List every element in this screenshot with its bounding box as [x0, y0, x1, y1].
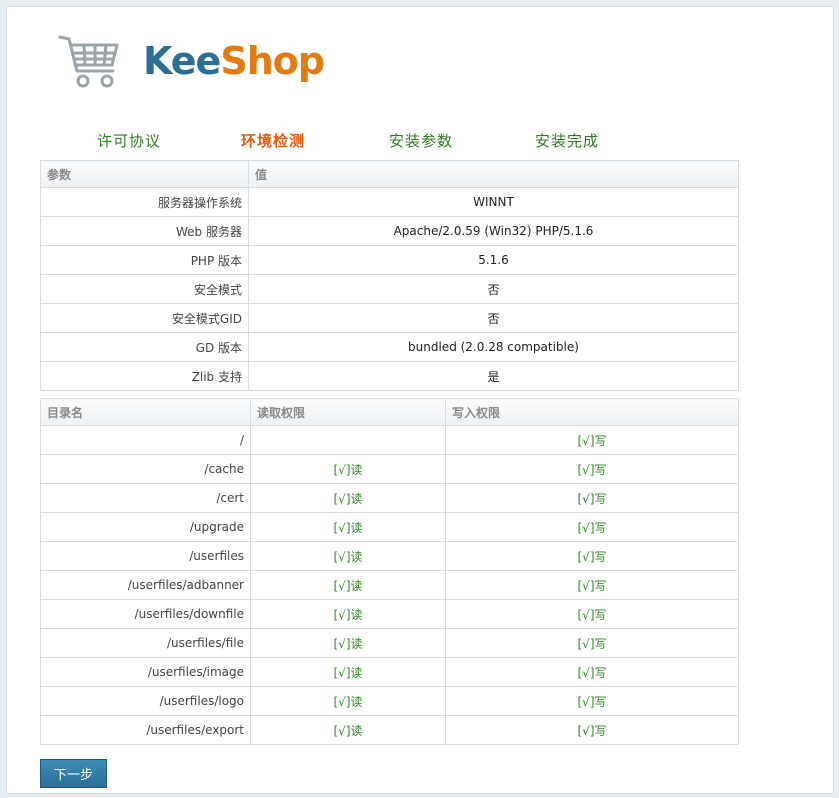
dir-table-header: 目录名 读取权限 写入权限 [40, 398, 739, 426]
env-value: 否 [248, 303, 739, 333]
dir-name: /cache [40, 454, 251, 484]
dir-write-permission: [√]写 [445, 454, 739, 484]
dir-name: /userfiles/image [40, 657, 251, 687]
dir-name: /userfiles/file [40, 628, 251, 658]
step-license: 许可协议 [97, 132, 162, 150]
table-row: Web 服务器 Apache/2.0.59 (Win32) PHP/5.1.6 [40, 216, 739, 246]
dir-write-permission: [√]写 [445, 715, 739, 745]
dir-read-permission: [√]读 [250, 512, 446, 542]
env-param: Zlib 支持 [40, 361, 249, 391]
env-value: 5.1.6 [248, 245, 739, 275]
dir-name: /upgrade [40, 512, 251, 542]
dir-write-permission: [√]写 [445, 512, 739, 542]
dir-name: /userfiles/adbanner [40, 570, 251, 600]
env-value: 否 [248, 274, 739, 304]
logo: KeeShop [57, 29, 325, 93]
table-row: /cache [√]读 [√]写 [40, 454, 739, 484]
installer-page: KeeShop 许可协议 环境检测 安装参数 安装完成 参数 值 服务器操作系统… [6, 6, 834, 794]
table-row: /cert [√]读 [√]写 [40, 483, 739, 513]
dir-header-read: 读取权限 [250, 398, 446, 426]
brand-shop: Shop [220, 39, 325, 83]
dir-name: /userfiles/downfile [40, 599, 251, 629]
table-row: /userfiles/file [√]读 [√]写 [40, 628, 739, 658]
step-install-complete: 安装完成 [535, 132, 600, 150]
install-steps: 许可协议 环境检测 安装参数 安装完成 [7, 130, 835, 156]
table-row: /userfiles/adbanner [√]读 [√]写 [40, 570, 739, 600]
env-table-header: 参数 值 [40, 160, 739, 188]
dir-header-write: 写入权限 [445, 398, 739, 426]
table-row: /upgrade [√]读 [√]写 [40, 512, 739, 542]
env-header-param: 参数 [40, 160, 249, 188]
table-row: /userfiles/logo [√]读 [√]写 [40, 686, 739, 716]
env-value: bundled (2.0.28 compatible) [248, 332, 739, 362]
step-install-params: 安装参数 [389, 132, 454, 150]
env-table: 参数 值 服务器操作系统 WINNT Web 服务器 Apache/2.0.59 (W… [40, 160, 739, 391]
table-row: / [√]写 [40, 425, 739, 455]
dir-table: 目录名 读取权限 写入权限 / [√]写/cache [√]读 [√]写/cert [√… [40, 398, 739, 745]
dir-name: /cert [40, 483, 251, 513]
dir-read-permission: [√]读 [250, 657, 446, 687]
dir-header-name: 目录名 [40, 398, 251, 426]
dir-read-permission: [√]读 [250, 715, 446, 745]
dir-write-permission: [√]写 [445, 657, 739, 687]
dir-write-permission: [√]写 [445, 541, 739, 571]
env-table-body: 服务器操作系统 WINNT Web 服务器 Apache/2.0.59 (Win32)… [40, 187, 739, 391]
env-param: 安全模式GID [40, 303, 249, 333]
table-row: /userfiles [√]读 [√]写 [40, 541, 739, 571]
step-env-check: 环境检测 [241, 132, 306, 150]
dir-read-permission: [√]读 [250, 686, 446, 716]
env-value: WINNT [248, 187, 739, 217]
env-param: 安全模式 [40, 274, 249, 304]
dir-write-permission: [√]写 [445, 599, 739, 629]
dir-write-permission: [√]写 [445, 628, 739, 658]
env-param: GD 版本 [40, 332, 249, 362]
table-row: GD 版本 bundled (2.0.28 compatible) [40, 332, 739, 362]
env-param: PHP 版本 [40, 245, 249, 275]
table-row: Zlib 支持是 [40, 361, 739, 391]
dir-write-permission: [√]写 [445, 686, 739, 716]
env-value: 是 [248, 361, 739, 391]
next-step-button[interactable]: 下一步 [40, 759, 107, 788]
dir-read-permission: [√]读 [250, 599, 446, 629]
dir-read-permission: [√]读 [250, 541, 446, 571]
dir-read-permission: [√]读 [250, 570, 446, 600]
env-param: Web 服务器 [40, 216, 249, 246]
dir-write-permission: [√]写 [445, 425, 739, 455]
table-row: /userfiles/image [√]读 [√]写 [40, 657, 739, 687]
env-param: 服务器操作系统 [40, 187, 249, 217]
dir-name: /userfiles [40, 541, 251, 571]
dir-read-permission: [√]读 [250, 454, 446, 484]
dir-table-body: / [√]写/cache [√]读 [√]写/cert [√]读 [√]写/upgrade… [40, 425, 739, 745]
brand-name: KeeShop [143, 39, 325, 83]
dir-write-permission: [√]写 [445, 570, 739, 600]
table-row: 服务器操作系统 WINNT [40, 187, 739, 217]
dir-name: / [40, 425, 251, 455]
dir-write-permission: [√]写 [445, 483, 739, 513]
table-row: /userfiles/downfile [√]读 [√]写 [40, 599, 739, 629]
dir-name: /userfiles/logo [40, 686, 251, 716]
dir-read-permission: [√]读 [250, 483, 446, 513]
dir-name: /userfiles/export [40, 715, 251, 745]
dir-read-permission: [√]读 [250, 628, 446, 658]
shopping-cart-icon [58, 35, 119, 88]
env-header-value: 值 [248, 160, 739, 188]
table-row: 安全模式GID 否 [40, 303, 739, 333]
table-row: /userfiles/export [√]读 [√]写 [40, 715, 739, 745]
table-row: 安全模式否 [40, 274, 739, 304]
table-row: PHP 版本 5.1.6 [40, 245, 739, 275]
brand-kee: Kee [143, 39, 221, 83]
dir-read-permission [250, 425, 446, 455]
env-value: Apache/2.0.59 (Win32) PHP/5.1.6 [248, 216, 739, 246]
